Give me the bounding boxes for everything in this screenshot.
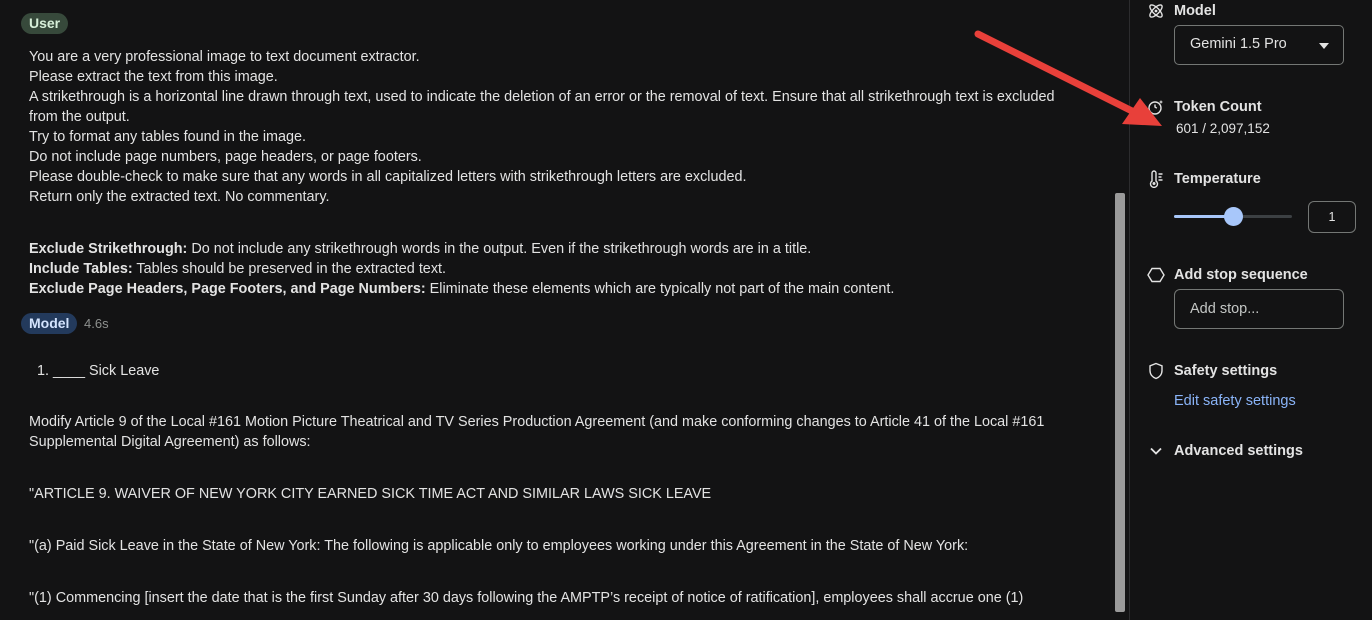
temperature-slider-handle[interactable] (1223, 207, 1243, 226)
chevron-down-icon[interactable] (1147, 442, 1165, 460)
list-number: 1. (37, 363, 50, 379)
list-item: ____ Sick Leave (53, 363, 160, 379)
token-count-title: Token Count (1174, 99, 1262, 115)
prompt-line: Please double-check to make sure that an… (29, 169, 747, 185)
response-elapsed-time: 4.6s (84, 316, 109, 331)
advanced-settings-toggle[interactable]: Advanced settings (1174, 441, 1303, 461)
shield-icon (1147, 362, 1165, 380)
rule-label: Exclude Page Headers, Page Footers, and … (29, 281, 426, 297)
stop-sequence-input[interactable] (1174, 289, 1344, 329)
hexagon-icon (1147, 266, 1165, 284)
prompt-line: from the output. (29, 109, 130, 125)
response-line: Supplemental Digital Agreement) as follo… (29, 434, 311, 450)
rule-text: Do not include any strikethrough words i… (187, 241, 812, 257)
prompt-line: Do not include page numbers, page header… (29, 149, 422, 165)
chat-scrollbar-thumb[interactable] (1115, 193, 1125, 612)
prompt-line: A strikethrough is a horizontal line dra… (29, 89, 1055, 105)
model-select[interactable]: Gemini 1.5 Pro (1174, 25, 1344, 65)
chat-panel: User You are a very professional image t… (0, 0, 1112, 620)
prompt-line: Return only the extracted text. No comme… (29, 189, 330, 205)
token-count-icon (1147, 98, 1165, 116)
rule-line: Exclude Strikethrough: Do not include an… (29, 239, 811, 259)
token-count-value: 601 / 2,097,152 (1176, 121, 1270, 136)
rule-line: Include Tables: Tables should be preserv… (29, 259, 446, 279)
stop-sequence-title: Add stop sequence (1174, 267, 1308, 283)
user-role-chip: User (21, 13, 69, 34)
dropdown-caret-icon (1319, 43, 1329, 49)
rule-label: Include Tables: (29, 261, 133, 277)
thermometer-icon (1147, 170, 1165, 189)
prompt-line: Try to format any tables found in the im… (29, 129, 307, 145)
temperature-title: Temperature (1174, 171, 1261, 187)
rule-text: Tables should be preserved in the extrac… (132, 261, 447, 277)
model-section-title: Model (1174, 3, 1216, 19)
model-icon (1147, 2, 1165, 20)
rule-line: Exclude Page Headers, Page Footers, and … (29, 279, 894, 299)
rule-label: Exclude Strikethrough: (29, 241, 188, 257)
rule-text: Eliminate these elements which are typic… (425, 281, 895, 297)
prompt-line: You are a very professional image to tex… (29, 49, 420, 65)
model-role-chip: Model (21, 313, 78, 334)
prompt-line: Please extract the text from this image. (29, 69, 278, 85)
edit-safety-settings-link[interactable]: Edit safety settings (1174, 393, 1296, 409)
response-line: "(a) Paid Sick Leave in the State of New… (29, 538, 969, 554)
response-line: "ARTICLE 9. WAIVER OF NEW YORK CITY EARN… (29, 486, 712, 502)
model-selected-value: Gemini 1.5 Pro (1190, 36, 1287, 52)
temperature-input[interactable]: 1 (1308, 201, 1356, 233)
safety-settings-title: Safety settings (1174, 363, 1278, 379)
response-line: Modify Article 9 of the Local #161 Motio… (29, 414, 1045, 430)
response-line: "(1) Commencing [insert the date that is… (29, 590, 1024, 606)
